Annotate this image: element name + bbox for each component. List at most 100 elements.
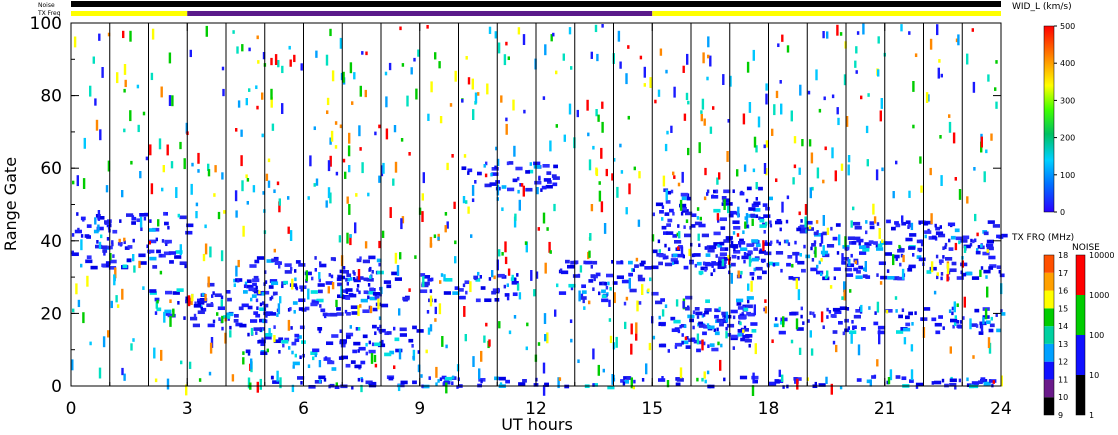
data-cell <box>673 319 681 324</box>
data-cell <box>483 335 486 343</box>
data-cell <box>400 138 404 142</box>
data-cell <box>257 60 260 64</box>
data-cell <box>881 239 884 244</box>
data-cell <box>570 260 578 265</box>
data-cell <box>101 263 107 268</box>
data-cell <box>778 241 781 246</box>
data-cell <box>701 233 709 238</box>
data-cell <box>179 215 187 220</box>
data-cell <box>750 213 756 218</box>
data-cell <box>971 276 980 280</box>
data-cell <box>313 183 316 187</box>
data-cell <box>776 219 782 223</box>
data-cell <box>451 381 454 386</box>
data-cell <box>851 320 854 324</box>
data-cell <box>748 343 751 348</box>
data-cell <box>911 322 914 326</box>
data-cell <box>730 272 733 284</box>
data-cell <box>940 175 943 186</box>
data-cell <box>543 178 551 182</box>
data-cell <box>725 331 728 339</box>
data-cell <box>504 241 507 253</box>
data-cell <box>950 235 956 240</box>
data-cell <box>625 207 628 215</box>
data-cell <box>388 376 394 381</box>
data-cell <box>223 210 226 214</box>
data-cell <box>378 262 381 267</box>
data-cell <box>446 162 449 171</box>
data-cell <box>239 323 247 328</box>
data-cell <box>326 97 330 106</box>
data-cell <box>438 303 442 315</box>
data-cell <box>948 121 952 133</box>
data-cell <box>256 105 259 110</box>
data-cell <box>454 240 457 245</box>
data-cell <box>867 93 870 97</box>
data-cell <box>179 261 187 266</box>
data-cell <box>486 83 489 95</box>
data-cell <box>641 284 644 295</box>
data-cell <box>681 196 687 201</box>
data-cell <box>284 270 292 274</box>
data-cell <box>786 262 791 267</box>
data-cell <box>855 46 858 54</box>
data-cell <box>279 296 282 304</box>
data-cell <box>699 216 702 221</box>
colorbar-swatch <box>1044 326 1054 344</box>
data-cell <box>284 263 292 267</box>
data-cell <box>376 270 384 275</box>
data-cell <box>204 243 208 255</box>
data-cell <box>140 227 143 232</box>
data-cell <box>590 204 594 212</box>
data-cell <box>262 301 265 305</box>
data-cell <box>233 283 236 288</box>
data-cell <box>986 239 994 244</box>
colorbar-tick-label: 17 <box>1058 269 1068 278</box>
data-cell <box>212 319 216 324</box>
colorbar-noise: NOISE 110100100010000 <box>1072 243 1114 420</box>
data-cell <box>595 168 599 177</box>
data-cell <box>689 318 694 323</box>
data-cell <box>180 360 183 365</box>
data-cell <box>620 260 623 264</box>
data-cell <box>204 224 207 229</box>
data-cell <box>772 262 776 267</box>
data-cell <box>292 301 298 305</box>
data-cell <box>859 245 867 250</box>
data-cell <box>908 311 913 316</box>
data-cell <box>202 253 206 262</box>
data-cell <box>359 147 362 151</box>
data-cell <box>879 281 883 285</box>
data-cell <box>939 135 942 139</box>
data-cell <box>467 171 470 175</box>
data-cell <box>992 224 1000 228</box>
data-cell <box>714 331 720 336</box>
data-cell <box>879 110 882 122</box>
data-cell <box>874 311 877 315</box>
data-cell <box>385 96 388 108</box>
data-cell <box>538 175 541 180</box>
data-cell <box>274 54 278 65</box>
data-cell <box>773 104 776 116</box>
data-cell <box>826 315 829 319</box>
data-cell <box>353 341 361 346</box>
data-cell <box>700 114 703 122</box>
data-cell <box>394 277 402 281</box>
colorbar-swatch <box>1044 397 1054 415</box>
data-cell <box>368 349 376 354</box>
data-cell <box>914 53 918 58</box>
data-cell <box>561 270 569 275</box>
data-cell <box>123 128 126 133</box>
data-cell <box>131 215 135 219</box>
data-cell <box>707 248 715 253</box>
data-cell <box>958 378 962 383</box>
data-cell <box>401 63 405 67</box>
data-cell <box>914 311 917 315</box>
data-cell <box>844 318 849 323</box>
data-cell <box>985 149 988 154</box>
data-cell <box>130 343 133 351</box>
data-cell <box>291 341 297 346</box>
data-cell <box>159 253 163 258</box>
data-cell <box>746 311 751 316</box>
data-cell <box>899 262 902 267</box>
